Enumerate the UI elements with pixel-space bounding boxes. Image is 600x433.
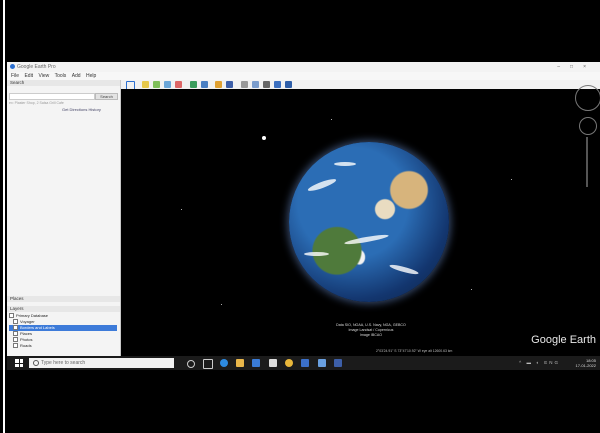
menu-bar: File Edit View Tools Add Help — [7, 72, 600, 80]
windows-taskbar: Type here to search ^ ▬ ◐ ENG 18:05 17-0… — [7, 356, 600, 370]
polygon-icon[interactable] — [153, 81, 160, 88]
places-panel-header[interactable]: Places — [7, 296, 120, 302]
task-view-icon[interactable] — [203, 359, 213, 369]
star — [511, 179, 512, 180]
clock[interactable]: 18:05 17-01-2022 — [576, 358, 596, 368]
sun-icon[interactable] — [215, 81, 222, 88]
menu-view[interactable]: View — [38, 73, 49, 79]
app-icon[interactable] — [334, 359, 342, 367]
google-earth-logo-icon — [10, 64, 15, 69]
file-explorer-icon[interactable] — [236, 359, 244, 367]
path-icon[interactable] — [164, 81, 171, 88]
ruler-icon[interactable] — [241, 81, 248, 88]
menu-file[interactable]: File — [11, 73, 19, 79]
menu-add[interactable]: Add — [72, 73, 81, 79]
star — [471, 289, 472, 290]
taskbar-search-placeholder: Type here to search — [41, 360, 86, 366]
chrome-icon[interactable] — [285, 359, 293, 367]
planets-icon[interactable] — [226, 81, 233, 88]
store-icon[interactable] — [252, 359, 260, 367]
print-icon[interactable] — [263, 81, 270, 88]
cortana-icon[interactable] — [187, 360, 195, 368]
system-tray-icons[interactable]: ^ ▬ ◐ ENG — [519, 360, 560, 365]
window-titlebar: Google Earth Pro –□× — [7, 62, 600, 72]
layer-row[interactable]: Roads — [9, 343, 117, 349]
placemark-icon[interactable] — [142, 81, 149, 88]
video-frame-border — [3, 0, 5, 433]
search-panel-header[interactable]: Search — [7, 80, 120, 86]
app-icon[interactable] — [318, 359, 326, 367]
imagery-credits: Data SIO, NOAA, U.S. Navy, NGA, GEBCO Im… — [336, 323, 406, 337]
window-controls[interactable]: –□× — [557, 62, 596, 72]
layers-panel-header[interactable]: Layers — [7, 306, 120, 312]
tour-icon[interactable] — [190, 81, 197, 88]
menu-edit[interactable]: Edit — [24, 73, 33, 79]
google-earth-watermark: Google Earth — [531, 334, 596, 346]
email-icon[interactable] — [252, 81, 259, 88]
earth-3d-view[interactable]: Data SIO, NOAA, U.S. Navy, NGA, GEBCO Im… — [121, 85, 600, 356]
star — [221, 304, 222, 305]
toolbar — [120, 80, 600, 90]
moon — [262, 136, 266, 140]
window-title: Google Earth Pro — [17, 64, 56, 70]
camera-icon[interactable] — [269, 359, 277, 367]
pan-control-icon[interactable] — [579, 117, 597, 135]
search-button[interactable]: Search — [95, 93, 118, 100]
compass-icon[interactable] — [575, 85, 600, 111]
desktop-screenshot: Google Earth Pro –□× File Edit View Tool… — [7, 62, 600, 382]
search-hint: ex: Plaster Shop, 2 Salsa Grill Cafe — [9, 101, 64, 105]
search-icon — [33, 360, 39, 366]
menu-tools[interactable]: Tools — [55, 73, 67, 79]
star — [331, 119, 332, 120]
zoom-slider[interactable] — [586, 137, 588, 187]
coordinates-status: 2°03'24.91" S 73°47'10.92" W eye alt 126… — [376, 349, 453, 353]
overlay-icon[interactable] — [175, 81, 182, 88]
menu-help[interactable]: Help — [86, 73, 96, 79]
edge-browser-icon[interactable] — [220, 359, 228, 367]
history-icon[interactable] — [201, 81, 208, 88]
earth-globe[interactable] — [289, 142, 449, 302]
sidebar: Search Search ex: Plaster Shop, 2 Salsa … — [7, 80, 121, 356]
star — [181, 209, 182, 210]
save-image-icon[interactable] — [274, 81, 281, 88]
maps-icon[interactable] — [285, 81, 292, 88]
windows-start-icon[interactable] — [15, 359, 23, 367]
taskbar-search-box[interactable]: Type here to search — [29, 358, 174, 368]
directions-history-links[interactable]: Get Directions History — [62, 107, 101, 112]
google-earth-task-icon[interactable] — [301, 359, 309, 367]
search-input[interactable] — [9, 93, 95, 100]
